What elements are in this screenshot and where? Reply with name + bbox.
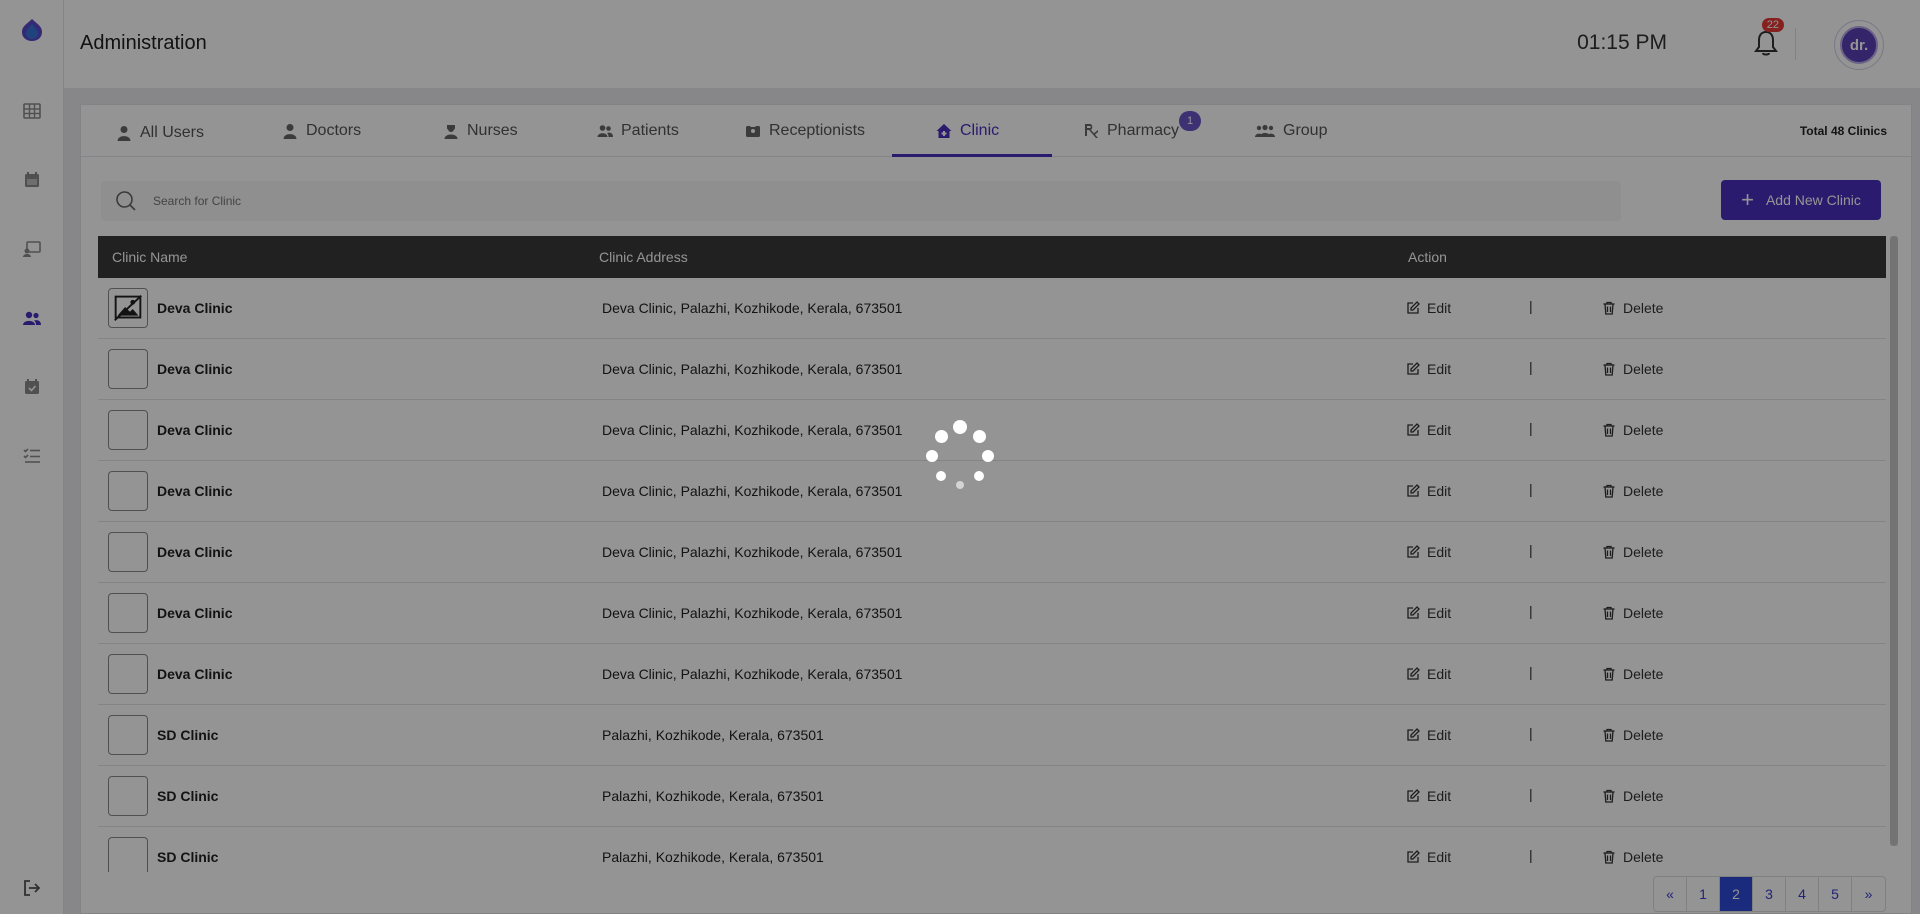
spinner-dot	[926, 450, 938, 462]
loading-spinner-icon	[920, 417, 1000, 497]
spinner-dot	[934, 429, 948, 443]
loading-overlay	[0, 0, 1920, 914]
spinner-dot	[956, 481, 964, 489]
spinner-dot	[936, 471, 946, 481]
spinner-dot	[974, 471, 984, 481]
spinner-dot	[972, 429, 986, 443]
spinner-dot	[953, 420, 967, 434]
spinner-dot	[982, 450, 994, 462]
